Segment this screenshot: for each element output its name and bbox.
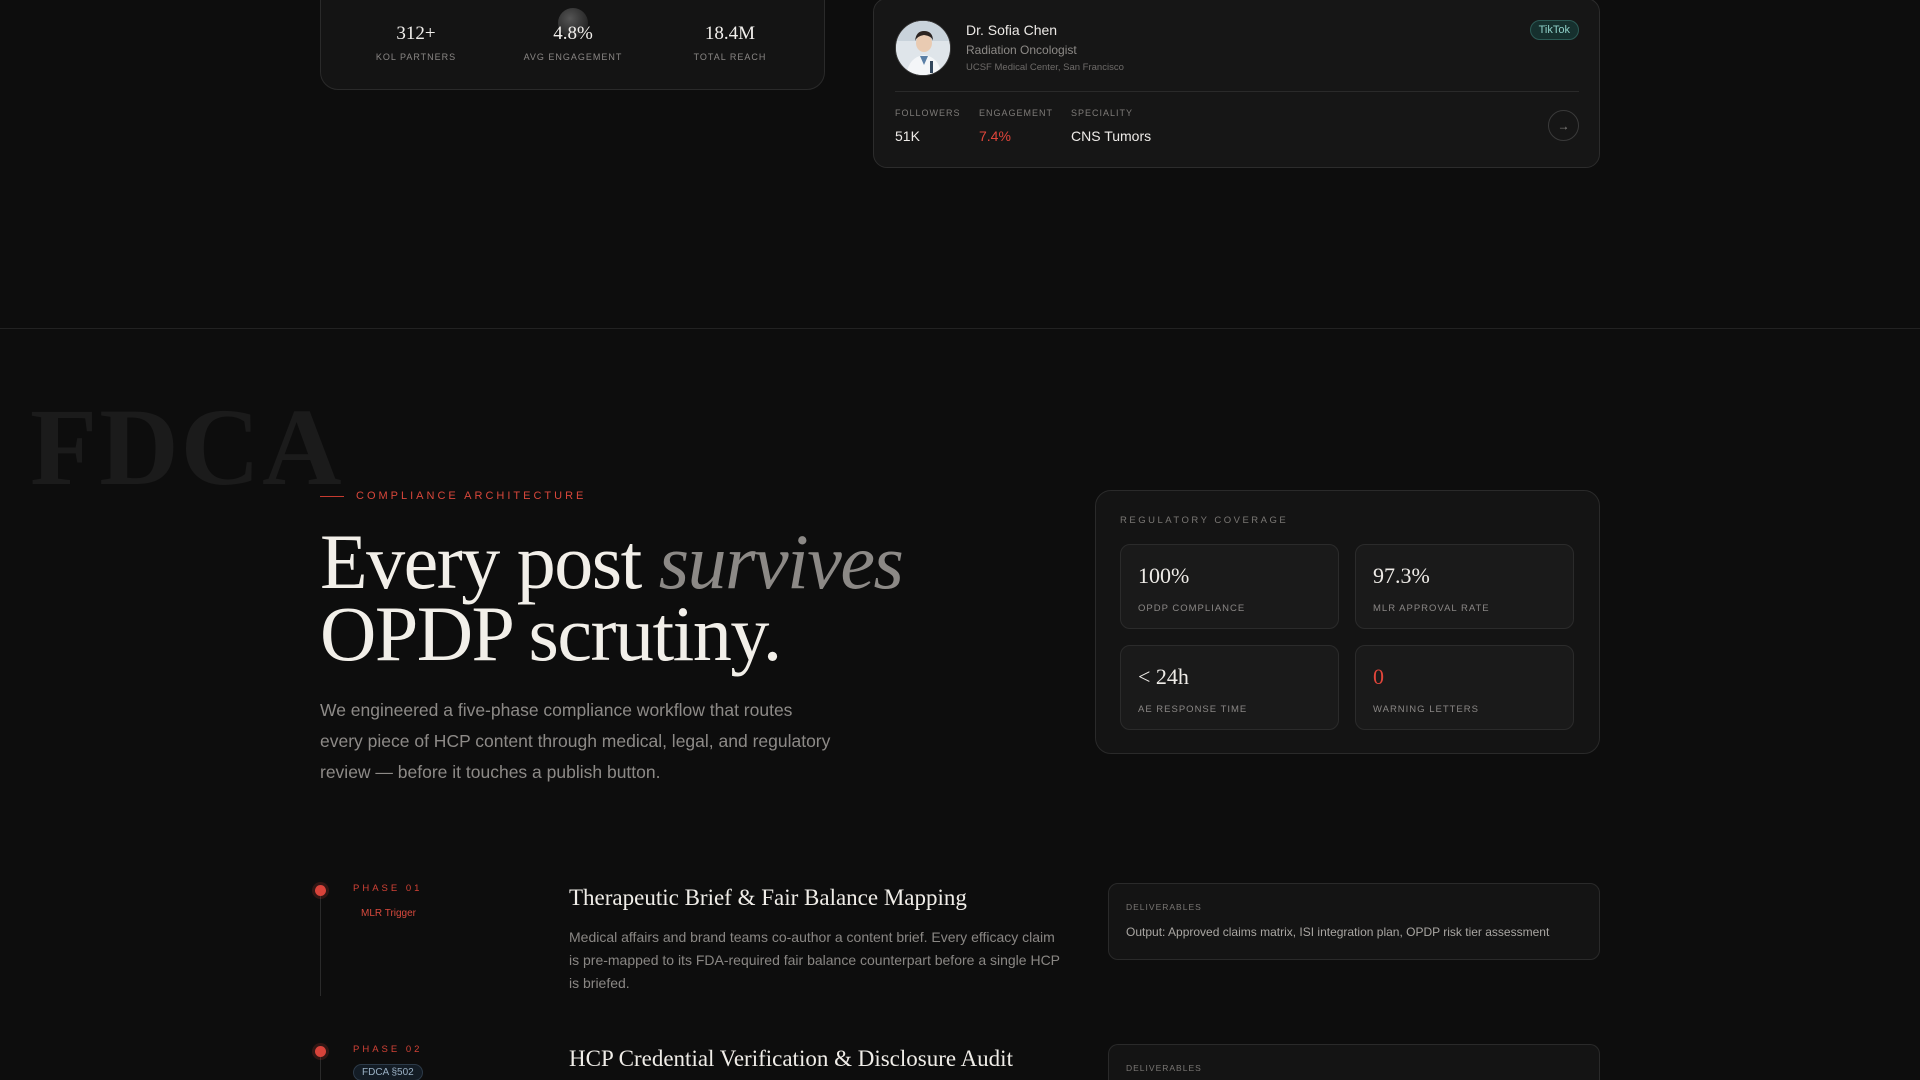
deliverables-card: DELIVERABLES Output: Approved claims mat… [1108, 883, 1600, 960]
headline-line2: OPDP scrutiny. [320, 590, 782, 677]
phase-title: HCP Credential Verification & Disclosure… [569, 1046, 1013, 1071]
timeline-dot [315, 885, 326, 896]
stat-label: KOL PARTNERS [375, 52, 457, 62]
metric-engagement: ENGAGEMENT 7.4% [979, 108, 1053, 144]
metric-followers: FOLLOWERS 51K [895, 108, 961, 144]
deliverables-label: DELIVERABLES [1126, 902, 1202, 912]
tile-value: 0 [1373, 664, 1384, 689]
card-title: REGULATORY COVERAGE [1120, 515, 1289, 526]
metric-key: FOLLOWERS [895, 108, 961, 118]
coverage-tile-opdp: 100% OPDP COMPLIANCE [1120, 544, 1339, 629]
coverage-tile-mlr: 97.3% MLR APPROVAL RATE [1355, 544, 1574, 629]
doctor-avatar-icon [896, 21, 950, 75]
phase-title: Therapeutic Brief & Fair Balance Mapping [569, 885, 967, 910]
metric-value: 7.4% [979, 128, 1011, 144]
section-divider [0, 328, 1920, 329]
profile-organization: UCSF Medical Center, San Francisco [966, 62, 1124, 73]
tile-value: 100% [1138, 563, 1190, 588]
platform-badge: TikTok [1529, 20, 1579, 40]
stat-label: AVG ENGAGEMENT [523, 52, 623, 62]
metric-speciality: SPECIALITY CNS Tumors [1071, 108, 1151, 144]
metric-key: SPECIALITY [1071, 108, 1134, 118]
deliverables-text: Output: Approved claims matrix, ISI inte… [1126, 925, 1550, 939]
phase-tag: FDCA §502 [353, 1064, 423, 1080]
stat-avg-engagement: 4.8% AVG ENGAGEMENT [493, 23, 653, 62]
coverage-tile-ae-response: < 24h AE RESPONSE TIME [1120, 645, 1339, 730]
stat-value: 312+ [396, 23, 436, 44]
tile-label: WARNING LETTERS [1373, 704, 1479, 715]
tile-value: 97.3% [1373, 563, 1430, 588]
tile-label: AE RESPONSE TIME [1138, 704, 1248, 715]
profile-role: Radiation Oncologist [966, 43, 1077, 57]
phase-description: Medical affairs and brand teams co-autho… [569, 929, 1060, 991]
section-eyebrow: COMPLIANCE ARCHITECTURE [320, 490, 586, 502]
metric-value: 51K [895, 128, 920, 144]
tile-label: OPDP COMPLIANCE [1138, 603, 1246, 614]
open-profile-arrow-button[interactable]: → [1548, 110, 1579, 141]
deliverables-card: DELIVERABLES [1108, 1044, 1600, 1080]
divider [895, 91, 1579, 92]
stat-total-reach: 18.4M TOTAL REACH [650, 23, 810, 62]
timeline-rail [320, 892, 321, 996]
coverage-tile-warning-letters: 0 WARNING LETTERS [1355, 645, 1574, 730]
section-headline: Every post survives OPDP scrutiny. [320, 523, 904, 673]
stat-kol-partners: 312+ KOL PARTNERS [336, 23, 496, 62]
stat-value: 18.4M [704, 23, 756, 44]
timeline-dot [315, 1046, 326, 1057]
kol-profile-card[interactable]: Dr. Sofia Chen Radiation Oncologist UCSF… [873, 0, 1600, 168]
background-watermark: FDCA [30, 386, 344, 508]
phase-label: PHASE 02 [353, 1044, 423, 1055]
phase-tag: MLR Trigger [361, 908, 417, 919]
phase-label: PHASE 01 [353, 883, 423, 894]
tile-value: < 24h [1138, 664, 1189, 689]
arrow-right-icon: → [1557, 118, 1570, 133]
tile-label: MLR APPROVAL RATE [1373, 603, 1490, 614]
profile-name[interactable]: Dr. Sofia Chen [966, 22, 1057, 38]
eyebrow-text: COMPLIANCE ARCHITECTURE [356, 490, 587, 502]
section-lede: We engineered a five-phase compliance wo… [320, 700, 831, 782]
stat-value: 4.8% [553, 23, 593, 44]
regulatory-coverage-card: REGULATORY COVERAGE 100% OPDP COMPLIANCE… [1095, 490, 1600, 754]
metric-value: CNS Tumors [1071, 128, 1152, 144]
kol-stats-card: 312+ KOL PARTNERS 4.8% AVG ENGAGEMENT 18… [320, 0, 825, 90]
stat-label: TOTAL REACH [693, 52, 767, 62]
avatar [895, 20, 951, 76]
metric-key: ENGAGEMENT [979, 108, 1054, 118]
eyebrow-dash [320, 495, 344, 497]
deliverables-label: DELIVERABLES [1126, 1063, 1202, 1073]
